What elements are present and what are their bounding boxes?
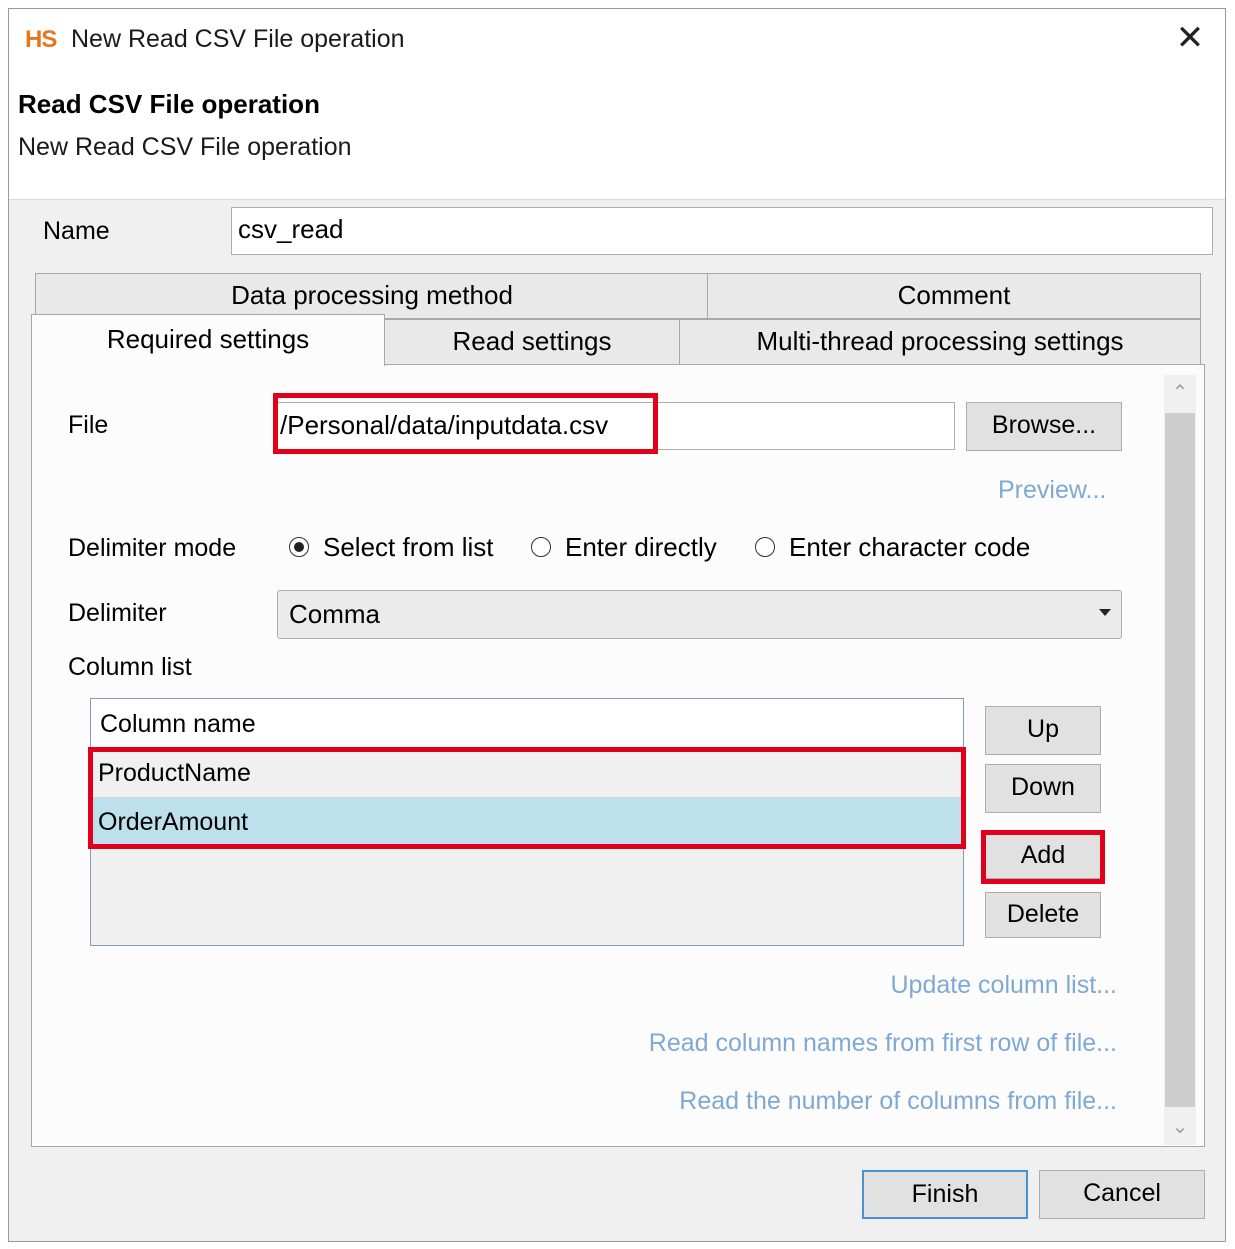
up-button[interactable]: Up [985, 706, 1101, 755]
close-icon[interactable]: ✕ [1173, 21, 1207, 55]
browse-button[interactable]: Browse... [966, 402, 1122, 451]
app-logo: HS [25, 26, 57, 53]
radio-unchecked-icon [755, 537, 775, 557]
tab-required-settings[interactable]: Required settings [31, 314, 385, 366]
title-bar: HS New Read CSV File operation ✕ [9, 9, 1225, 71]
tab-read-settings[interactable]: Read settings [383, 319, 681, 365]
table-row[interactable]: ProductName [91, 749, 963, 798]
column-name-header[interactable]: Column name [91, 699, 963, 749]
add-button[interactable]: Add [985, 833, 1101, 879]
tab-comment[interactable]: Comment [707, 273, 1201, 319]
dropdown-arrow-icon [1099, 609, 1111, 616]
tab-multi-thread-processing-settings[interactable]: Multi-thread processing settings [679, 319, 1201, 365]
radio-enter-character-code[interactable]: Enter character code [755, 532, 1030, 562]
tab-data-processing-method[interactable]: Data processing method [35, 273, 709, 319]
delimiter-label: Delimiter [68, 599, 167, 627]
column-list-label: Column list [68, 653, 192, 681]
delimiter-mode-label: Delimiter mode [68, 534, 237, 562]
radio-unchecked-icon [531, 537, 551, 557]
header-title: Read CSV File operation [18, 89, 320, 119]
chevron-down-icon[interactable]: ⌄ [1164, 1109, 1196, 1145]
read-column-names-link[interactable]: Read column names from first row of file… [649, 1029, 1117, 1058]
file-path-input[interactable]: /Personal/data/inputdata.csv [273, 402, 955, 450]
radio-label-enter-directly: Enter directly [565, 531, 717, 562]
read-column-count-link[interactable]: Read the number of columns from file... [679, 1087, 1117, 1116]
radio-label-enter-character-code: Enter character code [789, 531, 1031, 562]
dialog-window: HS New Read CSV File operation ✕ Read CS… [8, 8, 1226, 1242]
finish-button[interactable]: Finish [862, 1170, 1028, 1219]
window-title: New Read CSV File operation [71, 25, 405, 53]
vertical-scrollbar[interactable]: ⌃ ⌄ [1164, 375, 1196, 1145]
scrollbar-thumb[interactable] [1165, 413, 1195, 1107]
name-input[interactable]: csv_read [231, 207, 1213, 255]
chevron-up-icon[interactable]: ⌃ [1164, 375, 1196, 411]
radio-checked-icon [289, 537, 309, 557]
name-label: Name [43, 217, 110, 245]
header-subtitle: New Read CSV File operation [18, 133, 352, 161]
delimiter-selected-value: Comma [289, 599, 381, 629]
delimiter-select[interactable]: Comma [277, 590, 1122, 639]
cancel-button[interactable]: Cancel [1039, 1170, 1205, 1219]
table-row-selected[interactable]: OrderAmount [91, 798, 963, 847]
column-list-table: Column name ProductName OrderAmount [90, 698, 964, 946]
file-label: File [68, 411, 109, 439]
update-column-list-link[interactable]: Update column list... [891, 971, 1118, 1000]
radio-select-from-list[interactable]: Select from list [289, 532, 494, 562]
radio-label-select-from-list: Select from list [323, 531, 494, 562]
preview-link[interactable]: Preview... [998, 476, 1106, 505]
radio-enter-directly[interactable]: Enter directly [531, 532, 717, 562]
radio-dot [294, 542, 304, 552]
delete-button[interactable]: Delete [985, 892, 1101, 938]
dialog-header: Read CSV File operation New Read CSV Fil… [9, 71, 1225, 200]
down-button[interactable]: Down [985, 764, 1101, 813]
